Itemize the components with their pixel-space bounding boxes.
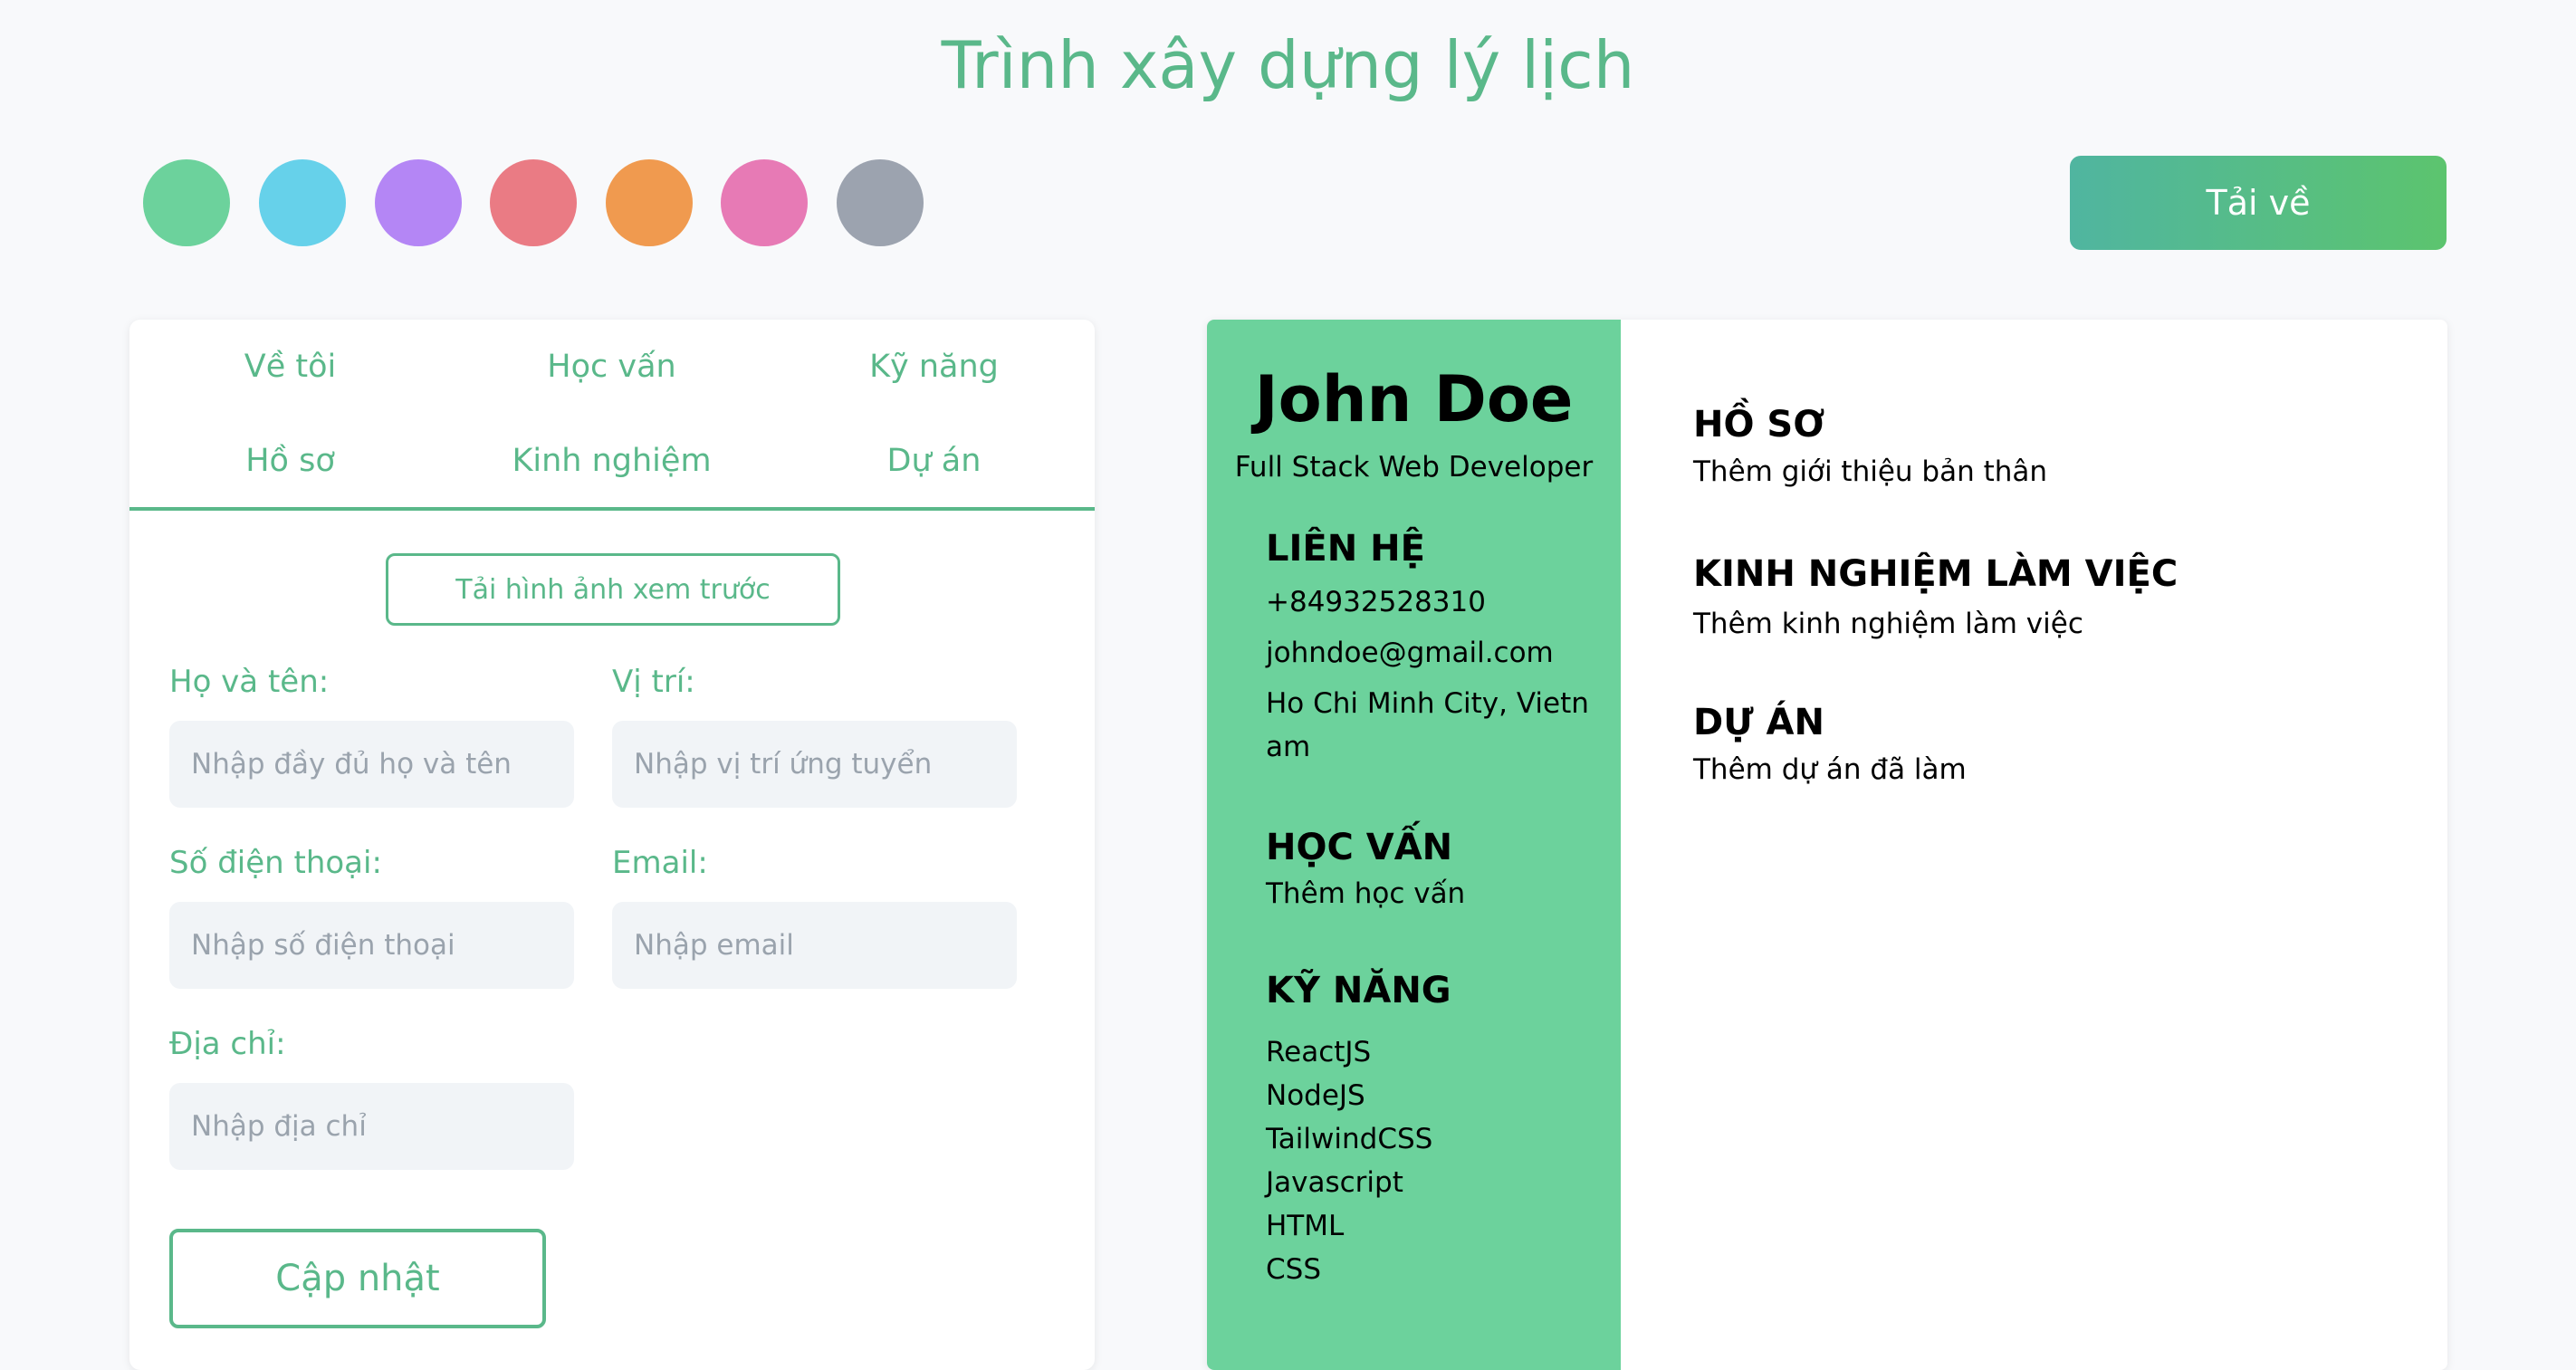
skill-item: TailwindCSS [1266, 1123, 1433, 1155]
editor-panel: Về tôi Học vấn Kỹ năng Hồ sơ Kinh nghiệm… [129, 320, 1095, 1370]
phone-label: Số điện thoại: [169, 845, 382, 881]
theme-swatch-purple[interactable] [375, 159, 462, 246]
tab-experience[interactable]: Kinh nghiệm [451, 438, 772, 484]
address-label: Địa chỉ: [169, 1026, 286, 1062]
editor-tabs: Về tôi Học vấn Kỹ năng Hồ sơ Kinh nghiệm… [129, 320, 1095, 511]
theme-swatch-red[interactable] [490, 159, 577, 246]
email-input[interactable] [612, 902, 1017, 989]
skill-item: HTML [1266, 1210, 1345, 1242]
skill-item: CSS [1266, 1253, 1322, 1286]
contact-address: Ho Chi Minh City, Vietnam [1266, 687, 1589, 763]
skill-item: Javascript [1266, 1166, 1403, 1199]
app-title: Trình xây dựng lý lịch [941, 27, 1635, 103]
profile-text: Thêm giới thiệu bản thân [1693, 455, 2048, 488]
education-text: Thêm học vấn [1266, 877, 1466, 910]
tab-education[interactable]: Học vấn [451, 344, 772, 389]
tab-projects[interactable]: Dự án [773, 438, 1095, 484]
education-heading: HỌC VẤN [1266, 827, 1453, 868]
tab-skills[interactable]: Kỹ năng [773, 344, 1095, 389]
download-button[interactable]: Tải về [2070, 156, 2447, 250]
skills-list: ReactJS NodeJS TailwindCSS Javascript HT… [1266, 1030, 1432, 1291]
experience-heading: KINH NGHIỆM LÀM VIỆC [1693, 553, 2179, 595]
skill-item: ReactJS [1266, 1036, 1372, 1068]
tab-profile[interactable]: Hồ sơ [129, 438, 451, 484]
theme-swatch-orange[interactable] [606, 159, 693, 246]
resume-sidebar: John Doe Full Stack Web Developer LIÊN H… [1207, 320, 1621, 1370]
address-input[interactable] [169, 1083, 574, 1170]
update-button[interactable]: Cập nhật [169, 1229, 546, 1328]
tab-divider [129, 507, 1095, 511]
upload-preview-image-button[interactable]: Tải hình ảnh xem trước [386, 553, 840, 626]
projects-heading: DỰ ÁN [1693, 702, 1824, 743]
contact-phone: +84932528310 [1266, 586, 1486, 618]
theme-swatch-pink[interactable] [721, 159, 808, 246]
email-label: Email: [612, 845, 708, 881]
theme-swatch-green[interactable] [143, 159, 230, 246]
projects-text: Thêm dự án đã làm [1693, 753, 1967, 786]
tab-about[interactable]: Về tôi [129, 344, 451, 389]
skills-heading: KỸ NĂNG [1266, 970, 1451, 1011]
position-input[interactable] [612, 721, 1017, 808]
resume-builder-page: Trình xây dựng lý lịch Tải về Về tôi Học… [0, 0, 2576, 1370]
resume-name: John Doe [1254, 362, 1574, 436]
theme-swatch-gray[interactable] [837, 159, 924, 246]
theme-swatch-cyan[interactable] [259, 159, 346, 246]
phone-input[interactable] [169, 902, 574, 989]
contact-email: johndoe@gmail.com [1266, 637, 1554, 669]
skill-item: NodeJS [1266, 1079, 1365, 1112]
resume-role: Full Stack Web Developer [1234, 451, 1594, 484]
position-label: Vị trí: [612, 664, 695, 700]
profile-heading: HỒ SƠ [1693, 404, 1825, 445]
name-label: Họ và tên: [169, 664, 330, 700]
contact-heading: LIÊN HỆ [1266, 528, 1425, 570]
experience-text: Thêm kinh nghiệm làm việc [1693, 608, 2083, 640]
resume-preview: John Doe Full Stack Web Developer LIÊN H… [1207, 320, 2447, 1370]
name-input[interactable] [169, 721, 574, 808]
